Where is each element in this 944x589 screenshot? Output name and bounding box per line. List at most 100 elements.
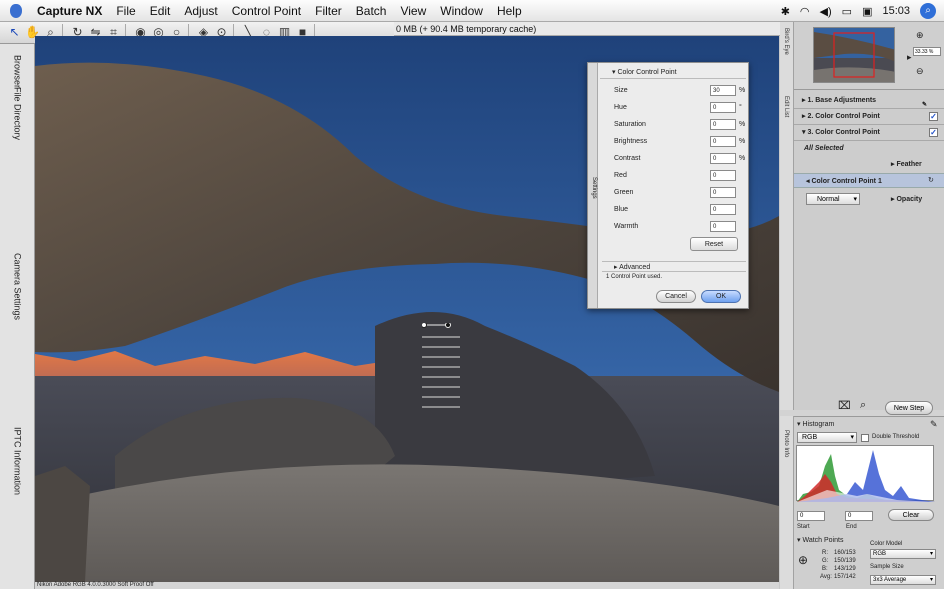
chevron-down-icon: ▾ xyxy=(929,551,933,557)
step-base-adjustments[interactable]: ▸ 1. Base Adjustments ✎ xyxy=(794,93,944,109)
menu-window[interactable]: Window xyxy=(433,4,490,18)
opacity-disclosure[interactable]: ▸ Opacity xyxy=(891,195,922,203)
step-3-checkbox[interactable]: ✓ xyxy=(929,128,938,137)
app-menu[interactable]: Capture NX xyxy=(30,4,109,18)
zoom-in-icon[interactable]: ⊕ xyxy=(916,30,924,41)
new-step-button[interactable]: New Step xyxy=(885,401,933,415)
zoom-pointer-icon: ▸ xyxy=(907,52,912,62)
r-label: R: xyxy=(822,550,828,556)
brightness-field[interactable]: 0 xyxy=(710,136,736,147)
status-bar: Nikon Adobe RGB 4.0.0.3000 Soft Proof Of… xyxy=(35,582,779,589)
step-2-checkbox[interactable]: ✓ xyxy=(929,112,938,121)
param-row-green: Green 0 xyxy=(608,185,746,201)
param-label: Warmth xyxy=(614,223,639,230)
zoom-level[interactable]: 33.33 % xyxy=(913,47,941,56)
tab-file-directory[interactable]: File Directory xyxy=(0,74,35,154)
control-point-row[interactable]: ◂ Color Control Point 1 ↻ xyxy=(794,173,944,188)
photo-info-label: Photo Info xyxy=(783,430,789,458)
color-model-select[interactable]: RGB ▾ xyxy=(870,549,936,559)
control-point-edit-icon[interactable]: ↻ xyxy=(928,176,934,184)
settings-tab[interactable]: Settings xyxy=(588,63,598,308)
watch-points-title[interactable]: ▾ Watch Points xyxy=(797,536,843,544)
param-label: Saturation xyxy=(614,121,646,128)
histogram-start-field[interactable]: 0 xyxy=(797,511,825,521)
step-color-control-point-3[interactable]: ▾ 3. Color Control Point ✓ xyxy=(794,125,944,141)
photo-info-tab[interactable]: Photo Info xyxy=(780,416,794,589)
param-label: Contrast xyxy=(614,155,641,162)
param-label: Brightness xyxy=(614,138,648,145)
warmth-field[interactable]: 0 xyxy=(710,221,736,232)
avg-label: Avg: xyxy=(820,574,832,580)
reset-button[interactable]: Reset xyxy=(690,237,738,251)
spotlight-icon[interactable]: ⌕ xyxy=(920,3,936,19)
birds-eye-thumbnail[interactable] xyxy=(813,27,895,83)
green-field[interactable]: 0 xyxy=(710,187,736,198)
menu-view[interactable]: View xyxy=(393,4,433,18)
menu-control-point[interactable]: Control Point xyxy=(225,4,308,18)
clear-button[interactable]: Clear xyxy=(888,509,934,521)
contrast-field[interactable]: 0 xyxy=(710,153,736,164)
magnifier-tool-icon[interactable]: ⌕ xyxy=(860,399,866,412)
g-readout: 150/139 xyxy=(834,558,856,564)
cursor-tool-icon[interactable]: ⌧ xyxy=(838,399,851,412)
input-menu-icon[interactable]: ▣ xyxy=(862,5,872,18)
menu-edit[interactable]: Edit xyxy=(143,4,178,18)
param-row-warmth: Warmth 0 xyxy=(608,219,746,235)
blue-field[interactable]: 0 xyxy=(710,204,736,215)
cancel-button[interactable]: Cancel xyxy=(656,290,696,303)
control-point-label: ◂ Color Control Point 1 xyxy=(806,178,882,185)
param-unit: ° xyxy=(739,104,742,111)
tab-iptc-information[interactable]: IPTC Information xyxy=(0,416,35,506)
volume-icon[interactable]: ◀) xyxy=(820,5,832,18)
red-field[interactable]: 0 xyxy=(710,170,736,181)
ok-button[interactable]: OK xyxy=(701,290,741,303)
thumbnail-image xyxy=(814,28,894,82)
color-control-point-dialog: Settings ▾ Color Control Point Size 30 %… xyxy=(587,62,749,309)
color-control-point-handle[interactable] xyxy=(422,323,464,408)
color-model-label: Color Model xyxy=(870,541,903,547)
b-readout: 143/129 xyxy=(834,566,856,572)
histogram-chart[interactable] xyxy=(796,445,935,502)
menu-file[interactable]: File xyxy=(109,4,142,18)
direct-select-tool-icon[interactable]: ↖ xyxy=(6,24,23,41)
blend-mode-select[interactable]: Normal ▾ xyxy=(806,193,860,205)
menu-help[interactable]: Help xyxy=(490,4,529,18)
edit-list-tab[interactable]: Edit List xyxy=(780,90,794,410)
advanced-disclosure[interactable]: ▸ Advanced xyxy=(602,261,746,272)
saturation-field[interactable]: 0 xyxy=(710,119,736,130)
hue-field[interactable]: 0 xyxy=(710,102,736,113)
histogram-channel-select[interactable]: RGB ▾ xyxy=(797,432,857,443)
param-unit: % xyxy=(739,121,746,128)
param-row-brightness: Brightness 0 % xyxy=(608,134,746,150)
histogram-title[interactable]: ▾ Histogram xyxy=(797,420,834,428)
chevron-down-icon: ▾ xyxy=(853,196,857,203)
double-threshold-checkbox[interactable] xyxy=(861,434,869,442)
left-side-tabs: Browser File Directory Camera Settings I… xyxy=(0,44,35,589)
param-unit: % xyxy=(739,155,746,162)
param-row-red: Red 0 xyxy=(608,168,746,184)
menu-filter[interactable]: Filter xyxy=(308,4,349,18)
wifi-icon[interactable]: ◠ xyxy=(800,5,810,18)
param-unit: % xyxy=(739,138,746,145)
menu-batch[interactable]: Batch xyxy=(349,4,394,18)
watch-point-icon[interactable]: ⊕ xyxy=(798,553,808,567)
menu-bar: Capture NX File Edit Adjust Control Poin… xyxy=(0,0,944,22)
tab-camera-settings[interactable]: Camera Settings xyxy=(0,244,35,330)
eyedropper-icon[interactable]: ✎ xyxy=(930,419,938,430)
zoom-out-icon[interactable]: ⊖ xyxy=(916,66,924,77)
apple-menu-icon[interactable] xyxy=(10,3,22,18)
birds-eye-tab[interactable]: Bird's Eye xyxy=(780,22,794,90)
chevron-down-icon: ▾ xyxy=(850,434,854,441)
sample-size-select[interactable]: 3x3 Average ▾ xyxy=(870,575,936,585)
histogram-end-field[interactable]: 0 xyxy=(845,511,873,521)
battery-icon[interactable]: ▭ xyxy=(842,5,852,18)
size-field[interactable]: 30 xyxy=(710,85,736,96)
param-label: Red xyxy=(614,172,627,179)
step-color-control-point-2[interactable]: ▸ 2. Color Control Point ✓ xyxy=(794,109,944,125)
clock[interactable]: 15:03 xyxy=(882,5,910,17)
selection-mode[interactable]: All Selected xyxy=(804,145,844,152)
end-label: End xyxy=(846,524,857,530)
bluetooth-icon[interactable]: ✱ xyxy=(781,5,790,18)
feather-disclosure[interactable]: ▸ Feather xyxy=(891,160,922,168)
menu-adjust[interactable]: Adjust xyxy=(177,4,224,18)
